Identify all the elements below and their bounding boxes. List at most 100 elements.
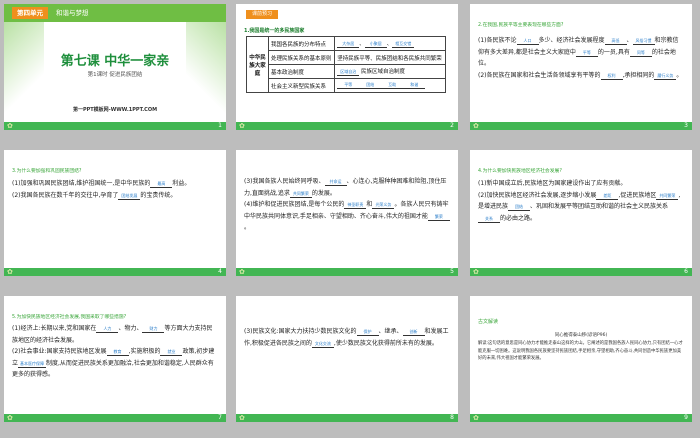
slide-number: 6: [684, 268, 688, 275]
star-icon: ✿: [473, 268, 479, 276]
slide-8[interactable]: (3)民族文化:国家大力扶持少数民族文化的 保护 、继承、 创新 和发展工作,积极促进各…: [236, 296, 458, 422]
question: 2.在我国,民族平等主要表现在哪些方面?: [478, 23, 564, 28]
answer-blank: 平等: [337, 82, 360, 89]
source-text: 第一PPT模板网-WWW.1PPT.COM: [72, 107, 158, 113]
text-run: 、巩固和发展平等团结互助和谐的社会主义民族关系: [530, 203, 669, 210]
text-run: ,促进民族地区: [618, 191, 657, 199]
text-run: (2)各民族在国家和社会生活各领域享有平等的: [478, 71, 601, 79]
question: 4.为什么要加快民族地区经济社会发展?: [478, 169, 562, 174]
slide-footer: ✿ 3: [470, 122, 692, 130]
question: 3.为什么要加强和巩固民族团结?: [12, 169, 82, 174]
slide-5[interactable]: (3)我国各族人民始终同呼吸、 共命运 、心连心,克服种种困难和险阻,顶住压力,直面…: [236, 150, 458, 276]
answer-blank: 财力: [142, 326, 165, 333]
answer-blank: 基本医疗保障: [18, 360, 47, 368]
table-cell: 基本政治制度: [267, 64, 336, 79]
cell-text: 民族区域自治制度: [361, 69, 406, 75]
answer-blank: 区域自治: [337, 69, 360, 76]
text-run: (1)新中国成立后,民族地区为国家建设作出了应有贡献。: [478, 180, 627, 187]
answer-blank: 共同繁荣: [289, 191, 312, 198]
answer-blank: 大杂居: [337, 41, 360, 48]
text-run: 、继承、: [378, 328, 403, 335]
answer-blank: 平等: [575, 50, 598, 57]
slide-footer: ✿ 2: [236, 122, 458, 130]
text-run: ,承担相同的: [622, 71, 655, 79]
answer-blank: 团结: [508, 204, 531, 211]
text-run: 利益。: [172, 180, 191, 187]
slide-footer: ✿ 6: [470, 268, 692, 276]
answer-blank: 就业: [160, 349, 183, 356]
question: 1.我国是统一的多民族国家: [244, 28, 305, 34]
text-run: (3)民族文化:国家大力扶持少数民族文化的: [244, 328, 357, 335]
star-icon: ✿: [7, 414, 13, 422]
slide-number: 7: [218, 414, 222, 421]
text-run: 多少、经济社会发展程度: [538, 37, 605, 44]
table-cell: 大杂居、小聚居、相互交错: [334, 36, 446, 51]
text-run: 。: [244, 224, 251, 231]
star-icon: ✿: [7, 122, 13, 130]
slide-number: 9: [684, 414, 688, 421]
text-run: (2)社会事业:国家支持民族地区发展: [12, 348, 107, 355]
lesson-title: 第七课 中华一家亲: [60, 54, 170, 69]
slide-footer: ✿ 1: [4, 122, 226, 130]
table-cell: 我国各民族的分布特点: [267, 36, 336, 51]
star-icon: ✿: [7, 268, 13, 276]
answer-blank: 文化交流: [311, 341, 334, 348]
unit-title: 和谐与梦想: [56, 9, 89, 17]
star-icon: ✿: [239, 122, 245, 130]
answer-blank: 和谐: [403, 82, 426, 89]
slide-number: 4: [218, 268, 222, 275]
slide-3[interactable]: 2.在我国,民族平等主要表现在哪些方面? (1)各民族不论 人口 多少、经济社会发展…: [470, 4, 692, 130]
text-run: (3)我国各族人民始终同呼吸、: [244, 178, 325, 185]
answer-blank: 保护: [356, 329, 379, 336]
slide-6[interactable]: 4.为什么要加快民族地区经济社会发展? (1)新中国成立后,民族地区为国家建设作…: [470, 150, 692, 276]
text-run: (2)加快民族地区经济社会发展,逐步缩小发展: [478, 191, 597, 199]
knowledge-table: 中华民族大家庭 我国各民族的分布特点 大杂居、小聚居、相互交错 处理民族关系的基…: [246, 36, 446, 93]
paragraph: (3)民族文化:国家大力扶持少数民族文化的 保护 、继承、 创新 和发展工作,积极促进各…: [244, 326, 450, 349]
slide-9[interactable]: 古文解读 同心推得泰山移(谚语P96) 解读:这句话的意思是同心协力才能推走泰山…: [470, 296, 692, 422]
slide-1[interactable]: 第四单元 和谐与梦想 第七课 中华一家亲 第1课时 促进民族团结 第一PPT模板…: [4, 4, 226, 130]
answer-blank: 权利: [600, 73, 623, 80]
slide-footer: ✿ 9: [470, 414, 692, 422]
answer-blank: 同等: [629, 50, 652, 57]
star-icon: ✿: [473, 122, 479, 130]
answer-blank: 团结发展: [118, 193, 141, 200]
answer-blank: 互助: [381, 82, 404, 89]
slide-number: 1: [218, 122, 222, 129]
text-run: (1)各民族不论: [478, 37, 517, 44]
slide-footer: ✿ 7: [4, 414, 226, 422]
answer-blank: 小聚居: [364, 41, 387, 48]
answer-blank: 差距: [596, 193, 619, 200]
text-run: 。: [676, 71, 683, 79]
table-cell: 平等 团结 互助 和谐: [334, 78, 446, 93]
slide-number: 8: [450, 414, 454, 421]
quote-text: 同心推得泰山移(谚语P96): [554, 333, 608, 338]
table-cell: 处理民族关系的基本原则: [267, 50, 336, 65]
slide-2[interactable]: 课前预习 1.我国是统一的多民族国家 中华民族大家庭 我国各民族的分布特点 大杂…: [236, 4, 458, 130]
slide-number: 3: [684, 122, 688, 129]
question: 5.为加快民族地区经济社会发展,我国采取了哪些措施?: [12, 315, 127, 320]
answer-blank: 共命运: [324, 179, 347, 186]
star-icon: ✿: [473, 414, 479, 422]
lesson-period: 第1课时 促进民族团结: [87, 72, 143, 78]
answer-blank: 繁荣: [427, 214, 450, 221]
section-tag: 课前预习: [246, 10, 279, 19]
slide-4[interactable]: 3.为什么要加强和巩固民族团结? (1)加强和巩固民族团结,维护祖国统一,是中华…: [4, 150, 226, 276]
table-group-label: 中华民族大家庭: [246, 36, 269, 93]
text-run: 的必由之路。: [500, 214, 537, 222]
text-run: 的发展。: [311, 189, 336, 197]
text-run: (1)经济上:长期以来,党和国家在: [12, 325, 97, 332]
answer-blank: 人力: [96, 326, 119, 333]
paragraph: (3)我国各族人民始终同呼吸、 共命运 、心连心,克服种种困难和险阻,顶住压力,直面…: [244, 176, 450, 234]
unit-label: 第四单元: [12, 7, 48, 19]
table-cell: 区域自治 民族区域自治制度: [334, 64, 446, 79]
answer-blank: 相互交错: [392, 41, 415, 48]
table-cell: 社会主义新型民族关系: [267, 78, 336, 93]
answer-blank: 关系: [478, 216, 500, 223]
text-run: 、物力、: [118, 325, 143, 332]
text-run: 的宝贵传统。: [140, 191, 177, 199]
paragraph: (1)新中国成立后,民族地区为国家建设作出了应有贡献。 (2)加快民族地区经济社…: [478, 178, 684, 224]
explanation-text: 解读:这句话的意思是同心协力才能推走泰山这样的大山。它阐述的是我国各族人民同心协…: [478, 341, 683, 361]
section-title: 古文解读: [478, 319, 499, 325]
slide-7[interactable]: 5.为加快民族地区经济社会发展,我国采取了哪些措施? (1)经济上:长期以来,党…: [4, 296, 226, 422]
text-run: 的一员,具有: [597, 48, 630, 56]
